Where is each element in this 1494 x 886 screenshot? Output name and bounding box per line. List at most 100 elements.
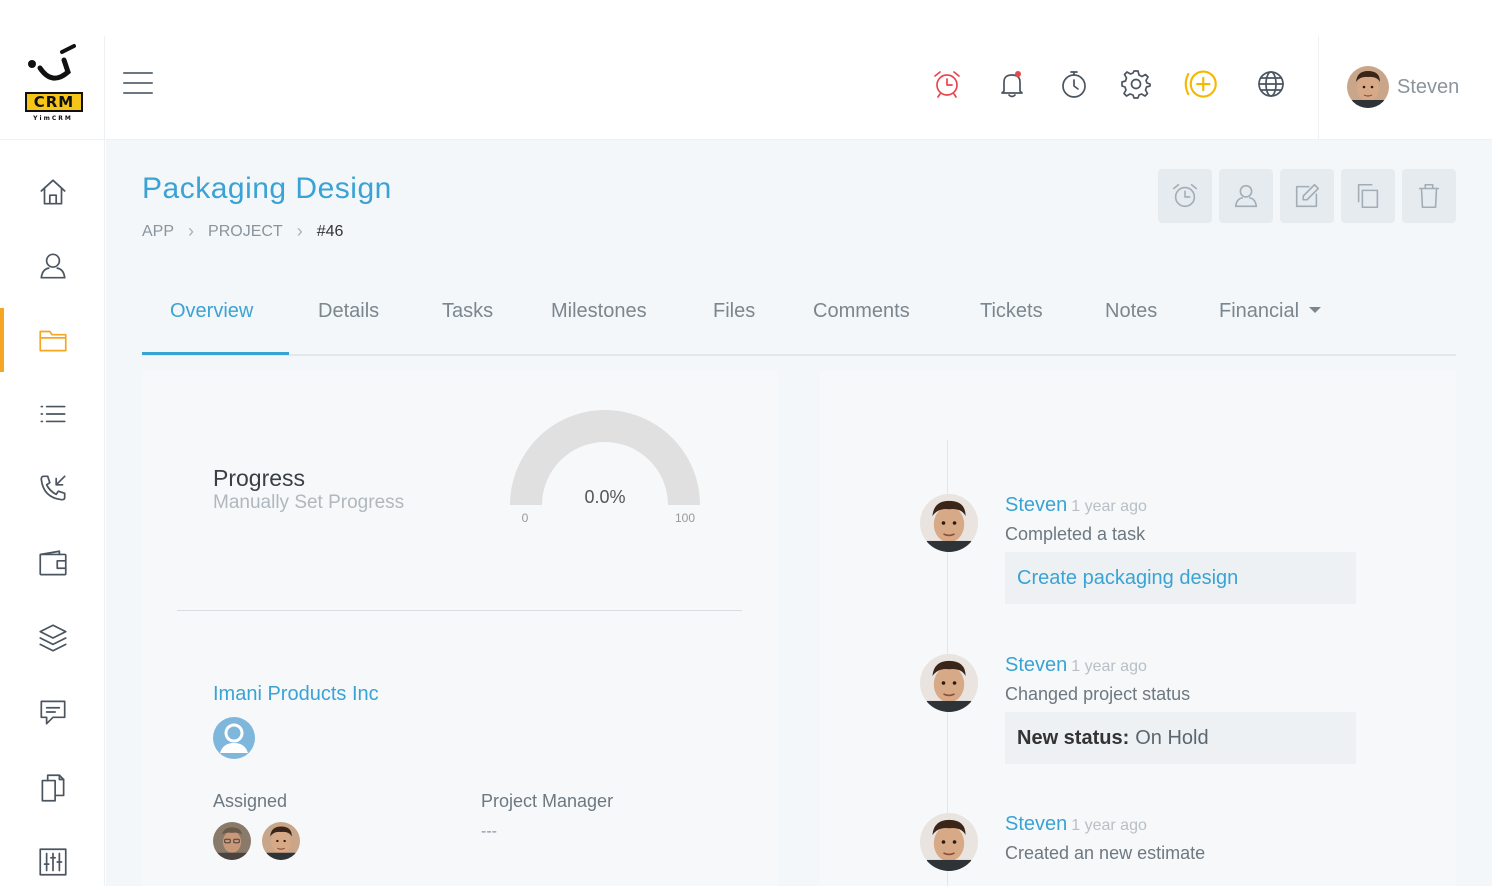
- alarm-clock-icon: [934, 71, 960, 98]
- notifications-button[interactable]: [992, 64, 1032, 104]
- tab-notes[interactable]: Notes: [1105, 300, 1157, 323]
- globe-icon: [1258, 71, 1284, 97]
- wallet-icon: [38, 550, 67, 576]
- breadcrumb: APP › PROJECT › #46: [142, 221, 343, 242]
- sidebar-item-finance[interactable]: [0, 532, 105, 596]
- user-divider: [1318, 36, 1319, 140]
- tab-tasks[interactable]: Tasks: [442, 300, 493, 323]
- user-name[interactable]: Steven: [1397, 76, 1459, 99]
- sidebar-item-tasks[interactable]: [0, 382, 105, 446]
- assignee-avatar[interactable]: [260, 820, 302, 862]
- project-tabs: Overview Details Tasks Milestones Files …: [142, 290, 1456, 356]
- gauge-min: 0: [522, 511, 529, 525]
- sidebar-item-layers[interactable]: [0, 606, 105, 670]
- sidebar-item-settings[interactable]: [0, 830, 105, 886]
- sidebar-item-documents[interactable]: [0, 756, 105, 820]
- trash-icon: [1418, 183, 1440, 209]
- duplicate-button[interactable]: [1341, 169, 1395, 223]
- sidebar-item-home[interactable]: [0, 160, 105, 224]
- assignee-avatar[interactable]: [211, 820, 253, 862]
- assigned-label: Assigned: [213, 791, 288, 811]
- tab-financial-label: Financial: [1219, 300, 1300, 322]
- activity-avatar[interactable]: [920, 813, 978, 871]
- language-button[interactable]: [1251, 64, 1291, 104]
- activity-user[interactable]: Steven 1 year ago: [1005, 654, 1147, 677]
- home-icon: [39, 179, 66, 205]
- user-avatar[interactable]: [1347, 66, 1389, 108]
- menu-toggle-icon[interactable]: [123, 72, 153, 98]
- tab-comments[interactable]: Comments: [813, 300, 910, 323]
- progress-gauge: 0.0% 0 100: [500, 400, 710, 530]
- logo-text: CRM: [25, 92, 83, 112]
- gauge-max: 100: [675, 511, 695, 525]
- activity-user[interactable]: Steven 1 year ago: [1005, 813, 1147, 836]
- project-manager-label: Project Manager: [481, 791, 614, 811]
- client-company-link[interactable]: Imani Products Inc: [213, 683, 379, 706]
- delete-button[interactable]: [1402, 169, 1456, 223]
- status-value: On Hold: [1135, 726, 1209, 749]
- tab-tickets[interactable]: Tickets: [980, 300, 1043, 323]
- sidebar: CRM YimCRM: [0, 36, 105, 886]
- quick-add-button[interactable]: [1182, 64, 1222, 104]
- active-indicator: [0, 308, 4, 372]
- tab-milestones[interactable]: Milestones: [551, 300, 647, 323]
- activity-user-name: Steven: [1005, 813, 1068, 835]
- reminder-button[interactable]: [1158, 169, 1212, 223]
- activity-status-box: New status: On Hold: [1005, 712, 1356, 764]
- tab-overview[interactable]: Overview: [170, 300, 253, 323]
- settings-button[interactable]: [1116, 64, 1156, 104]
- chevron-right-icon: ›: [188, 221, 195, 241]
- tab-financial[interactable]: Financial: [1219, 300, 1322, 323]
- activity-user-name: Steven: [1005, 654, 1068, 676]
- sidebar-item-clients[interactable]: [0, 234, 105, 298]
- user-icon: [39, 253, 66, 279]
- assign-user-button[interactable]: [1219, 169, 1273, 223]
- activity-task-link[interactable]: Create packaging design: [1005, 552, 1356, 604]
- folder-icon: [38, 330, 67, 352]
- activity-action: Created an new estimate: [1005, 843, 1206, 863]
- activity-action: Completed a task: [1005, 524, 1146, 544]
- activity-time: 1 year ago: [1071, 817, 1147, 834]
- status-label: New status:: [1017, 726, 1130, 749]
- activity-user[interactable]: Steven 1 year ago: [1005, 494, 1147, 517]
- sidebar-item-projects[interactable]: [0, 308, 105, 372]
- tab-details[interactable]: Details: [318, 300, 379, 323]
- topbar: Steven: [105, 36, 1492, 140]
- activity-action: Changed project status: [1005, 684, 1191, 704]
- breadcrumb-current: #46: [316, 222, 344, 240]
- app-logo[interactable]: CRM YimCRM: [18, 42, 88, 128]
- list-icon: [39, 405, 66, 423]
- sidebar-item-messages[interactable]: [0, 680, 105, 744]
- active-tab-underline: [142, 352, 289, 355]
- logo-subtext: YimCRM: [33, 115, 73, 122]
- user-icon: [1234, 184, 1258, 208]
- project-manager-value: ---: [481, 823, 497, 840]
- alarm-button[interactable]: [927, 64, 967, 104]
- copy-icon: [1357, 183, 1379, 209]
- tab-files[interactable]: Files: [713, 300, 755, 323]
- activity-time: 1 year ago: [1071, 658, 1147, 675]
- sidebar-item-calls[interactable]: [0, 456, 105, 520]
- phone-icon: [39, 475, 66, 501]
- edit-icon: [1295, 183, 1320, 208]
- activity-avatar[interactable]: [920, 494, 978, 552]
- alarm-clock-icon: [1172, 183, 1198, 208]
- bell-icon: [1001, 71, 1023, 98]
- edit-button[interactable]: [1280, 169, 1334, 223]
- breadcrumb-app[interactable]: APP: [142, 223, 174, 241]
- activity-avatar[interactable]: [920, 654, 978, 712]
- caret-down-icon: [1309, 306, 1322, 313]
- client-avatar[interactable]: [213, 717, 255, 759]
- sidebar-divider: [0, 139, 105, 140]
- user-placeholder-icon: [213, 717, 255, 759]
- overview-card: Progress Manually Set Progress 0.0% 0 10…: [142, 370, 778, 886]
- page-title: Packaging Design: [142, 172, 392, 205]
- timer-button[interactable]: [1054, 64, 1094, 104]
- breadcrumb-project[interactable]: PROJECT: [208, 223, 283, 241]
- progress-title: Progress: [213, 465, 306, 491]
- add-circle-icon: [1184, 70, 1217, 98]
- logo-mark-icon: [28, 44, 76, 81]
- gauge-value: 0.0%: [584, 487, 625, 507]
- activity-user-name: Steven: [1005, 494, 1068, 516]
- divider: [177, 610, 742, 611]
